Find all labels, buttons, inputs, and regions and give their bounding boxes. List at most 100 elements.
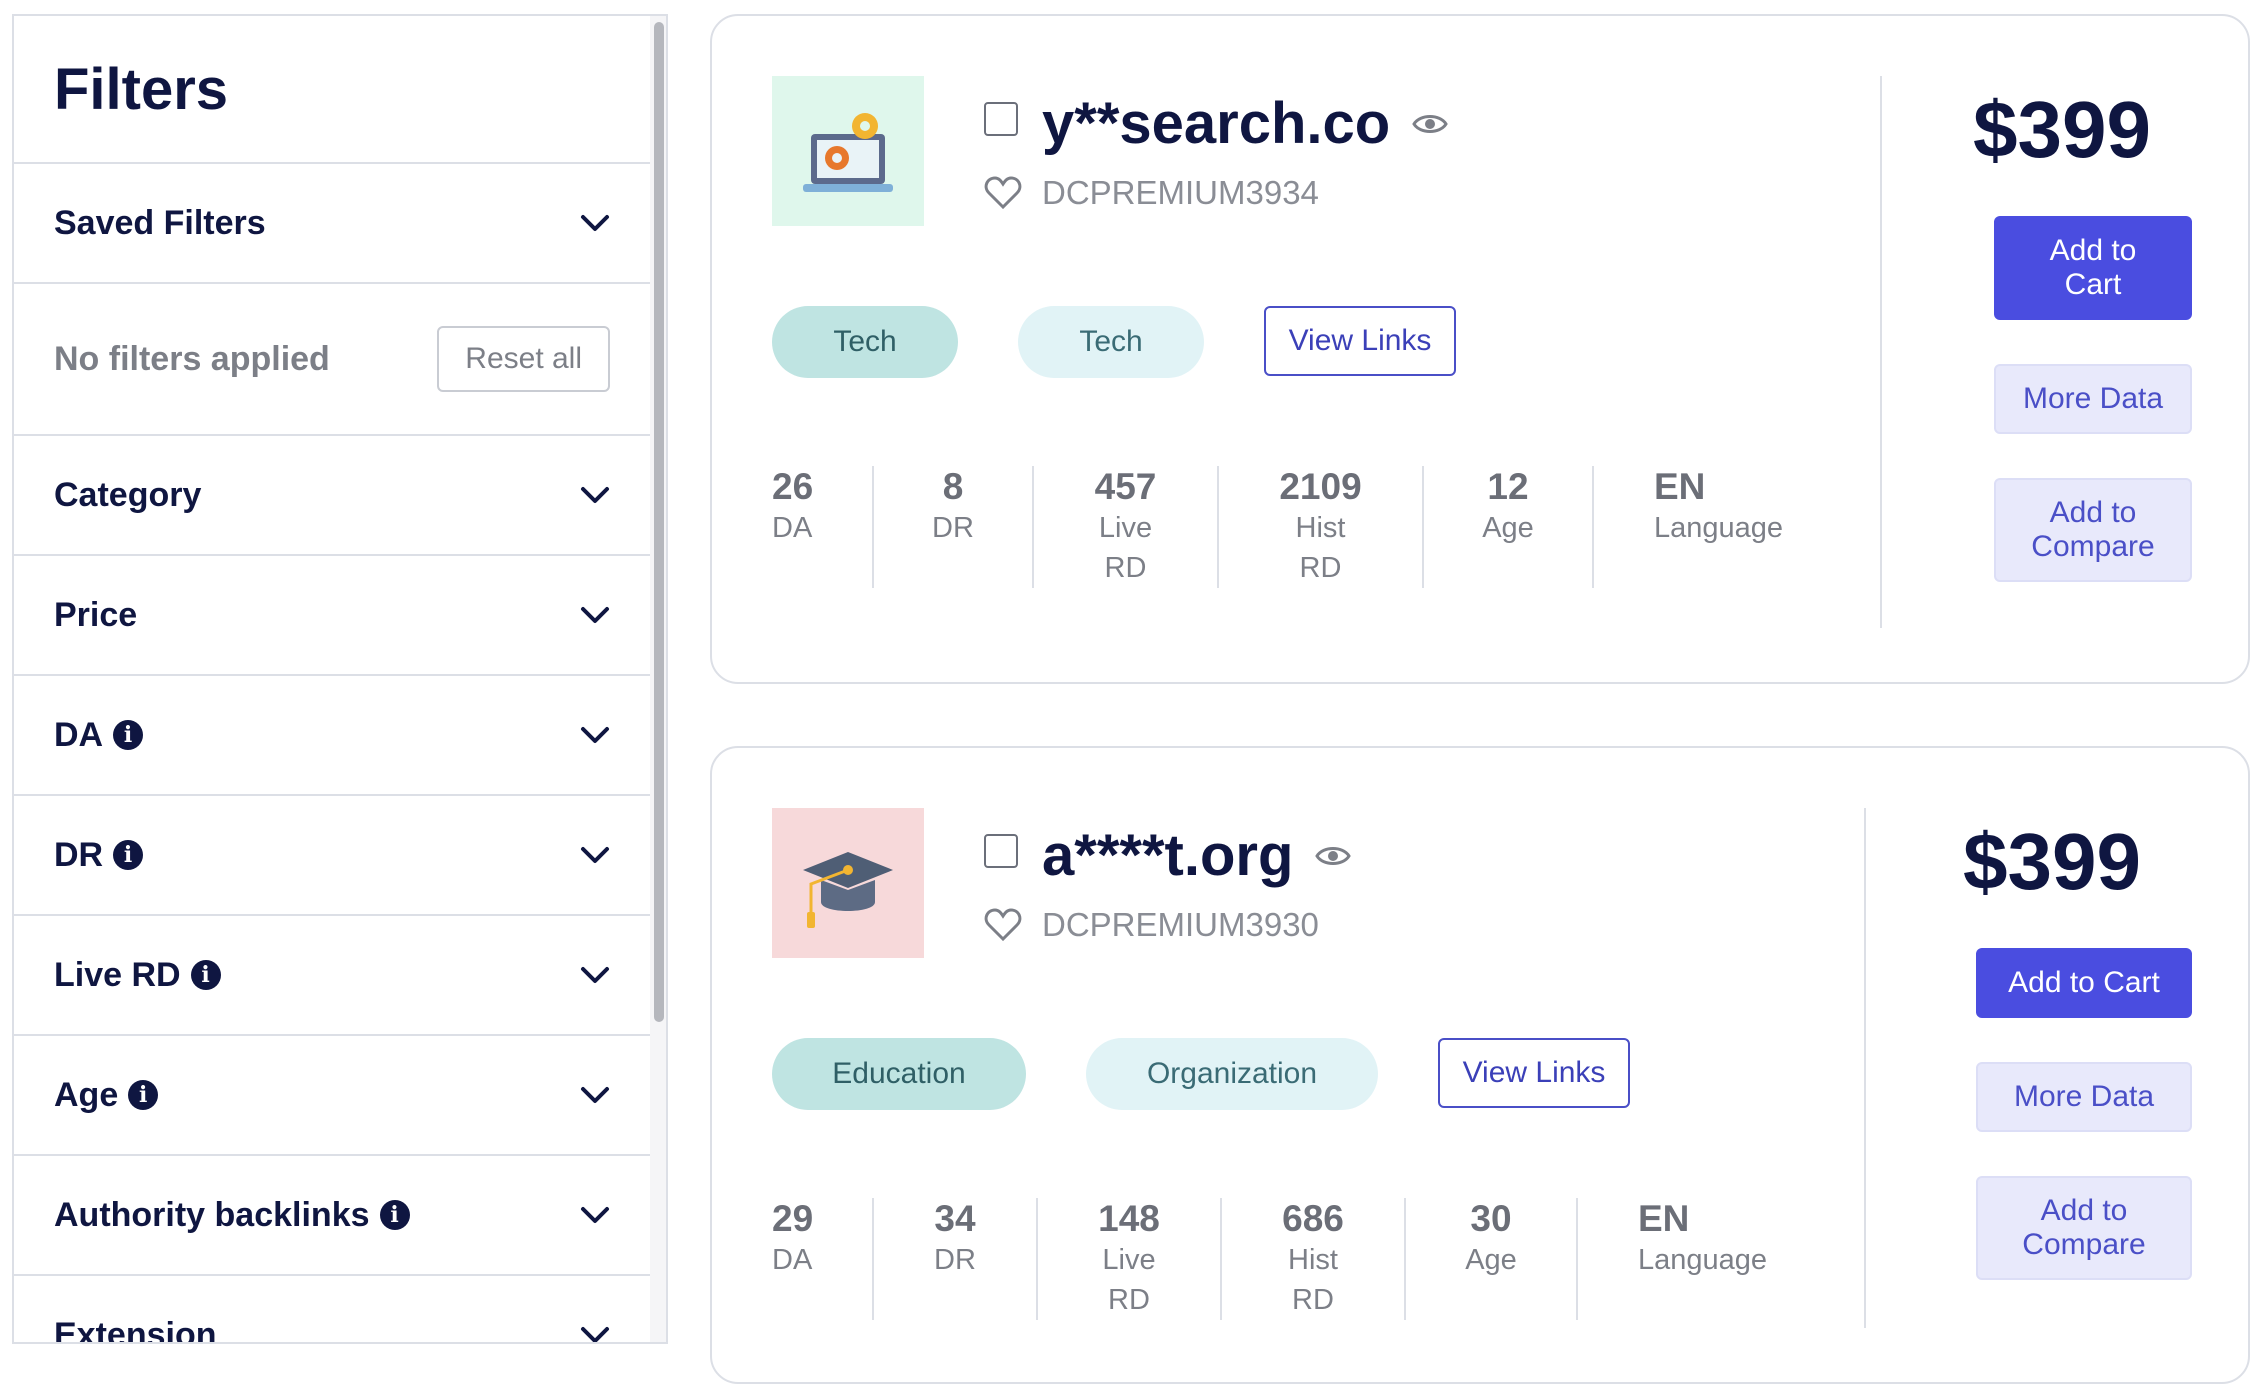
filter-section-label: Age i (54, 1075, 159, 1115)
listing-card: a****t.org DCPREMIUM3930 Education Organ… (710, 746, 2250, 1384)
eye-icon[interactable] (1315, 844, 1352, 868)
add-to-compare-button[interactable]: Add to Compare (1994, 478, 2192, 582)
stat-da: 26 DA (772, 466, 874, 588)
stats-row: 29 DA 34 DR 148 Live RD 686 Hist RD 30 A… (772, 1198, 1778, 1320)
stat-language: EN Language (1594, 466, 1794, 588)
extension-label: Extension (54, 1315, 217, 1344)
eye-icon[interactable] (1412, 112, 1448, 136)
price-label: Price (54, 595, 138, 634)
graduation-cap-icon (772, 808, 924, 958)
chevron-down-icon (581, 1087, 609, 1103)
filter-section-da[interactable]: DA i (14, 676, 650, 796)
stat-value: 686 (1282, 1198, 1344, 1239)
live-rd-label: Live RD (54, 955, 181, 994)
stat-value: 12 (1487, 466, 1529, 507)
age-label: Age (54, 1075, 119, 1114)
filter-section-live-rd[interactable]: Live RD i (14, 916, 650, 1036)
stat-age: 30 Age (1406, 1198, 1578, 1320)
filter-section-age[interactable]: Age i (14, 1036, 650, 1156)
stat-hist-rd: 2109 Hist RD (1219, 466, 1424, 588)
scrollbar-thumb[interactable] (654, 22, 664, 1022)
more-data-button[interactable]: More Data (1994, 364, 2192, 434)
heart-icon[interactable] (984, 176, 1022, 210)
add-to-cart-button[interactable]: Add to Cart (1994, 216, 2192, 320)
category-label: Category (54, 475, 202, 514)
filter-section-category[interactable]: Category (14, 436, 650, 556)
card-divider (1864, 808, 1866, 1328)
card-divider (1880, 76, 1882, 628)
filter-section-label: Authority backlinks i (54, 1196, 410, 1235)
info-icon[interactable]: i (128, 1080, 159, 1110)
view-links-button[interactable]: View Links (1264, 306, 1456, 376)
saved-filters-label: Saved Filters (54, 203, 266, 242)
domain-title: a****t.org (1042, 822, 1352, 889)
filters-title: Filters (14, 16, 650, 164)
view-links-button[interactable]: View Links (1438, 1038, 1630, 1108)
stat-value: 29 (772, 1198, 814, 1239)
stat-label: DR (934, 1244, 976, 1276)
domain-title: y**search.co (1042, 90, 1448, 157)
filter-section-label: Price (54, 596, 137, 635)
stat-label: Hist RD (1288, 1244, 1338, 1316)
stat-value: 148 (1098, 1198, 1160, 1239)
stat-label: Language (1638, 1244, 1768, 1276)
select-checkbox[interactable] (984, 102, 1018, 136)
filter-section-authority-backlinks[interactable]: Authority backlinks i (14, 1156, 650, 1276)
stat-age: 12 Age (1424, 466, 1594, 588)
chevron-down-icon (581, 727, 609, 743)
stat-label: DA (772, 1244, 813, 1276)
chevron-down-icon (581, 215, 609, 231)
saved-filters-toggle[interactable]: Saved Filters (14, 164, 650, 284)
sidebar-scrollbar[interactable] (650, 16, 666, 1342)
stat-hist-rd: 686 Hist RD (1222, 1198, 1406, 1320)
filter-section-label: DA i (54, 715, 144, 755)
stat-live-rd: 148 Live RD (1038, 1198, 1222, 1320)
reset-all-button[interactable]: Reset all (437, 326, 610, 392)
chevron-down-icon (581, 1207, 609, 1223)
stat-label: Age (1465, 1244, 1517, 1276)
filter-section-price[interactable]: Price (14, 556, 650, 676)
stat-label: Hist RD (1295, 512, 1346, 584)
stat-value: 30 (1470, 1198, 1512, 1239)
info-icon[interactable]: i (190, 960, 221, 990)
domain-name: y**search.co (1042, 91, 1391, 156)
more-data-button[interactable]: More Data (1976, 1062, 2192, 1132)
stat-language: EN Language (1578, 1198, 1778, 1320)
add-to-cart-button[interactable]: Add to Cart (1976, 948, 2192, 1018)
dr-label: DR (54, 835, 104, 874)
category-tag: Tech (772, 306, 958, 378)
stat-dr: 8 DR (874, 466, 1034, 588)
chevron-down-icon (581, 967, 609, 983)
select-checkbox[interactable] (984, 834, 1018, 868)
info-icon[interactable]: i (113, 840, 144, 870)
filter-section-label: DR i (54, 835, 144, 875)
chevron-down-icon (581, 607, 609, 623)
stat-value: 2109 (1279, 466, 1362, 507)
heart-icon[interactable] (984, 908, 1022, 942)
subcategory-tag: Tech (1018, 306, 1204, 378)
no-filters-text: No filters applied (54, 339, 330, 378)
filter-section-label: Live RD i (54, 956, 221, 995)
filter-section-extension[interactable]: Extension (14, 1276, 650, 1344)
da-label: DA (54, 715, 104, 754)
stat-label: Live RD (1098, 512, 1153, 584)
info-icon[interactable]: i (113, 720, 144, 750)
filter-section-label: Category (54, 476, 201, 515)
filter-section-label: Extension (54, 1315, 217, 1344)
filters-sidebar: Filters Saved Filters No filters applied… (12, 14, 668, 1344)
stat-label: Language (1654, 512, 1784, 544)
listing-code: DCPREMIUM3934 (1042, 174, 1319, 211)
stat-value: 457 (1094, 466, 1157, 507)
stat-value: 8 (942, 466, 964, 507)
add-to-compare-button[interactable]: Add to Compare (1976, 1176, 2192, 1280)
filter-section-dr[interactable]: DR i (14, 796, 650, 916)
info-icon[interactable]: i (379, 1200, 410, 1230)
domain-name: a****t.org (1042, 823, 1294, 888)
stat-label: Age (1482, 512, 1534, 544)
stat-label: DR (932, 512, 974, 544)
stat-value: 26 (772, 466, 814, 507)
stat-dr: 34 DR (874, 1198, 1038, 1320)
chevron-down-icon (581, 1327, 609, 1342)
stat-da: 29 DA (772, 1198, 874, 1320)
stat-label: DA (772, 512, 813, 544)
